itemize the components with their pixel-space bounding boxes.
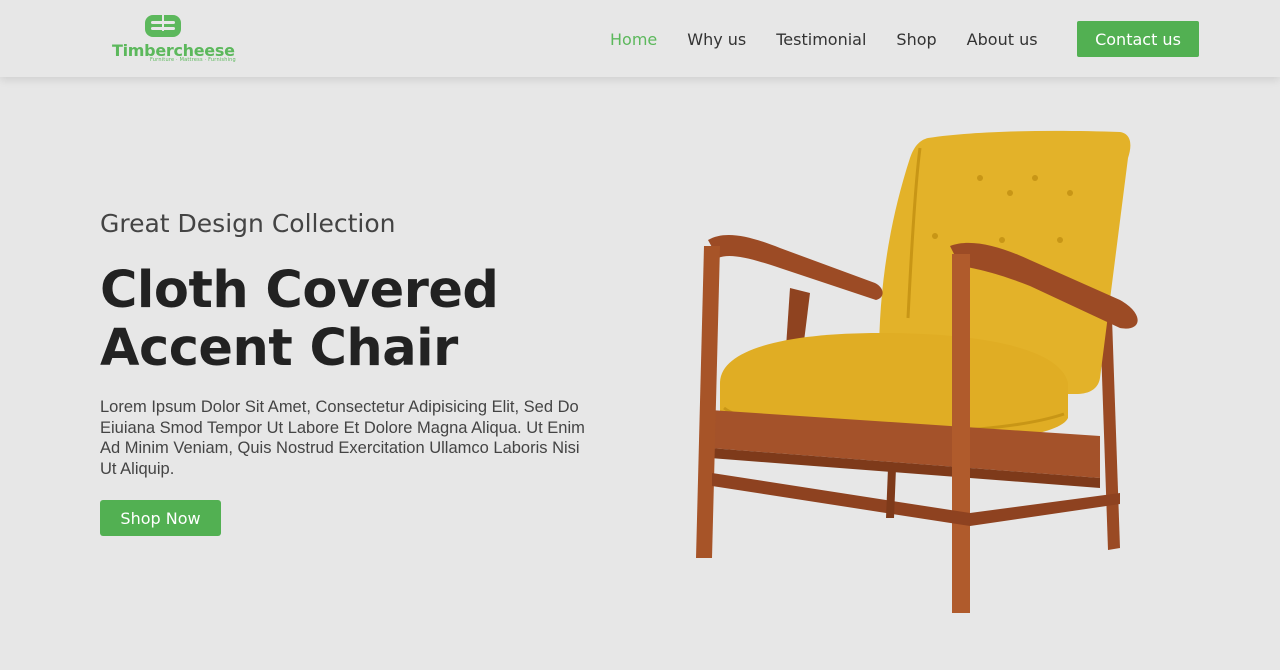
sofa-logo-icon (145, 15, 181, 37)
accent-chair-image (696, 130, 1138, 613)
hero-subtitle: Great Design Collection (100, 209, 396, 238)
hero-title: Cloth Covered Accent Chair (100, 261, 499, 378)
nav-shop[interactable]: Shop (896, 30, 936, 49)
contact-us-button[interactable]: Contact us (1077, 21, 1199, 57)
logo[interactable]: Timbercheese Furniture · Mattress · Furn… (112, 13, 236, 65)
navbar: Timbercheese Furniture · Mattress · Furn… (0, 0, 1280, 77)
main-nav: Home Why us Testimonial Shop About us (610, 21, 1068, 57)
shop-now-button[interactable]: Shop Now (100, 500, 221, 536)
brand-tagline: Furniture · Mattress · Furnishing (150, 57, 236, 63)
nav-home[interactable]: Home (610, 30, 657, 49)
nav-testimonial[interactable]: Testimonial (776, 30, 866, 49)
hero-description: Lorem Ipsum Dolor Sit Amet, Consectetur … (100, 398, 585, 478)
nav-why-us[interactable]: Why us (687, 30, 746, 49)
nav-about-us[interactable]: About us (967, 30, 1038, 49)
